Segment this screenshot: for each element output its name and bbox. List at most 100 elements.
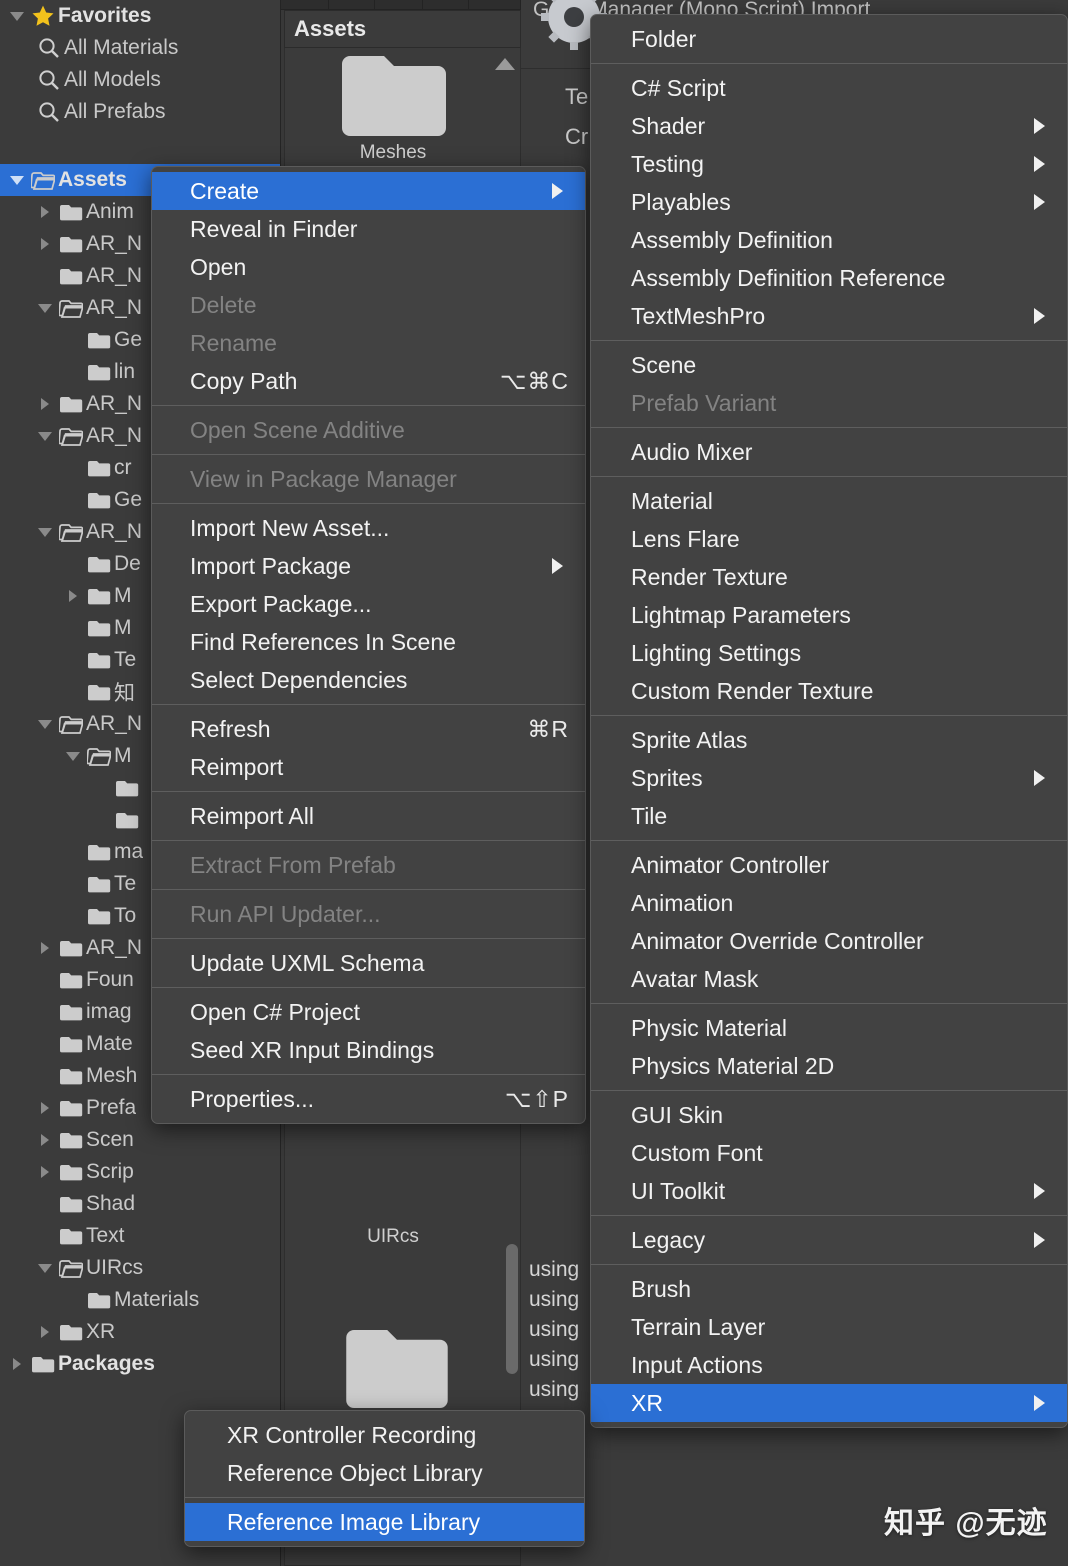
menu-item-animator-controller[interactable]: Animator Controller xyxy=(591,846,1067,884)
asset-grid-item-uircs[interactable]: UIRcs xyxy=(303,1226,483,1256)
menu-item-playables[interactable]: Playables xyxy=(591,183,1067,221)
menu-item-audio-mixer[interactable]: Audio Mixer xyxy=(591,433,1067,471)
menu-item-lightmap-parameters[interactable]: Lightmap Parameters xyxy=(591,596,1067,634)
menu-item-testing[interactable]: Testing xyxy=(591,145,1067,183)
chevron-down-icon[interactable] xyxy=(34,516,56,548)
menu-item-physics-material-2d[interactable]: Physics Material 2D xyxy=(591,1047,1067,1085)
tree-item-label: De xyxy=(114,552,141,575)
menu-item-input-actions[interactable]: Input Actions xyxy=(591,1346,1067,1384)
asset-grid-item-meshes[interactable]: Meshes xyxy=(303,54,483,164)
chevron-down-icon[interactable] xyxy=(6,164,28,196)
menu-item-render-texture[interactable]: Render Texture xyxy=(591,558,1067,596)
menu-item-xr-controller-recording[interactable]: XR Controller Recording xyxy=(185,1416,584,1454)
menu-item-textmeshpro[interactable]: TextMeshPro xyxy=(591,297,1067,335)
chevron-right-icon[interactable] xyxy=(62,580,84,612)
menu-item-custom-render-texture[interactable]: Custom Render Texture xyxy=(591,672,1067,710)
chevron-right-icon[interactable] xyxy=(34,196,56,228)
menu-item-material[interactable]: Material xyxy=(591,482,1067,520)
chevron-right-icon[interactable] xyxy=(34,932,56,964)
chevron-right-icon[interactable] xyxy=(34,228,56,260)
menu-item-avatar-mask[interactable]: Avatar Mask xyxy=(591,960,1067,998)
menu-item-gui-skin[interactable]: GUI Skin xyxy=(591,1096,1067,1134)
create-submenu[interactable]: Folder C# Script Shader Testing Playables Ass… xyxy=(590,14,1068,1428)
favorites-item[interactable]: All Materials xyxy=(0,32,280,64)
chevron-right-icon[interactable] xyxy=(34,388,56,420)
menu-item-reference-image-library[interactable]: Reference Image Library xyxy=(185,1503,584,1541)
chevron-down-icon[interactable] xyxy=(62,740,84,772)
menu-item-reference-object-library[interactable]: Reference Object Library xyxy=(185,1454,584,1492)
menu-item-label: Avatar Mask xyxy=(631,965,759,992)
tree-item-xr[interactable]: XR xyxy=(0,1316,280,1348)
menu-item-export-package[interactable]: Export Package... xyxy=(152,585,585,623)
favorites-item[interactable]: All Prefabs xyxy=(0,96,280,128)
chevron-right-icon[interactable] xyxy=(34,1092,56,1124)
tree-item-label: Foun xyxy=(86,968,134,991)
menu-item-update-uxml-schema[interactable]: Update UXML Schema xyxy=(152,944,585,982)
menu-item-label: Animator Controller xyxy=(631,851,830,878)
chevron-right-icon[interactable] xyxy=(6,1348,28,1380)
menu-item-import-package[interactable]: Import Package xyxy=(152,547,585,585)
tree-item-materials[interactable]: Materials xyxy=(0,1284,280,1316)
menu-item-label: Assembly Definition Reference xyxy=(631,264,946,291)
menu-item-terrain-layer[interactable]: Terrain Layer xyxy=(591,1308,1067,1346)
menu-item-find-references-in-scene[interactable]: Find References In Scene xyxy=(152,623,585,661)
favorites-root[interactable]: Favorites xyxy=(0,0,280,32)
asset-grid-item-label: UIRcs xyxy=(367,1226,419,1247)
menu-item-label: Reimport All xyxy=(190,802,314,829)
chevron-down-icon[interactable] xyxy=(34,708,56,740)
asset-context-menu[interactable]: Create Reveal in Finder Open Delete Rename Co… xyxy=(151,166,586,1124)
favorites-item[interactable]: All Models xyxy=(0,64,280,96)
tree-item-scrip[interactable]: Scrip xyxy=(0,1156,280,1188)
menu-item-lighting-settings[interactable]: Lighting Settings xyxy=(591,634,1067,672)
tree-item-scen[interactable]: Scen xyxy=(0,1124,280,1156)
xr-submenu[interactable]: XR Controller Recording Reference Object … xyxy=(184,1410,585,1547)
tree-item-label: lin xyxy=(114,360,136,383)
tree-item-label: Scen xyxy=(86,1128,134,1151)
menu-item-select-dependencies[interactable]: Select Dependencies xyxy=(152,661,585,699)
chevron-down-icon[interactable] xyxy=(34,420,56,452)
menu-item-seed-xr-input-bindings[interactable]: Seed XR Input Bindings xyxy=(152,1031,585,1069)
menu-item-reimport[interactable]: Reimport xyxy=(152,748,585,786)
tree-item-uircs[interactable]: UIRcs xyxy=(0,1252,280,1284)
chevron-down-icon[interactable] xyxy=(6,0,28,32)
menu-item-physic-material[interactable]: Physic Material xyxy=(591,1009,1067,1047)
tree-item-packages[interactable]: Packages xyxy=(0,1348,280,1380)
menu-item-copy-path[interactable]: Copy Path ⌥⌘C xyxy=(152,362,585,400)
chevron-right-icon[interactable] xyxy=(34,1316,56,1348)
menu-separator xyxy=(185,1497,584,1498)
assets-scrollbar-thumb[interactable] xyxy=(506,1244,518,1374)
menu-item-import-new-asset[interactable]: Import New Asset... xyxy=(152,509,585,547)
menu-item-brush[interactable]: Brush xyxy=(591,1270,1067,1308)
menu-item-c#-script[interactable]: C# Script xyxy=(591,69,1067,107)
tree-item-shad[interactable]: Shad xyxy=(0,1188,280,1220)
menu-item-reveal-in-finder[interactable]: Reveal in Finder xyxy=(152,210,585,248)
chevron-down-icon[interactable] xyxy=(34,292,56,324)
chevron-right-icon[interactable] xyxy=(34,1156,56,1188)
chevron-down-icon[interactable] xyxy=(34,1252,56,1284)
menu-item-create[interactable]: Create xyxy=(152,172,585,210)
menu-item-refresh[interactable]: Refresh ⌘R xyxy=(152,710,585,748)
menu-item-shader[interactable]: Shader xyxy=(591,107,1067,145)
menu-item-open-c#-project[interactable]: Open C# Project xyxy=(152,993,585,1031)
menu-item-lens-flare[interactable]: Lens Flare xyxy=(591,520,1067,558)
menu-item-legacy[interactable]: Legacy xyxy=(591,1221,1067,1259)
menu-item-animation[interactable]: Animation xyxy=(591,884,1067,922)
menu-item-assembly-definition[interactable]: Assembly Definition xyxy=(591,221,1067,259)
menu-item-tile[interactable]: Tile xyxy=(591,797,1067,835)
menu-item-open[interactable]: Open xyxy=(152,248,585,286)
menu-item-custom-font[interactable]: Custom Font xyxy=(591,1134,1067,1172)
scroll-up-arrow-icon[interactable] xyxy=(495,58,515,70)
menu-item-properties[interactable]: Properties... ⌥⇧P xyxy=(152,1080,585,1118)
menu-item-shortcut: ⌥⇧P xyxy=(504,1085,569,1112)
menu-item-sprites[interactable]: Sprites xyxy=(591,759,1067,797)
menu-item-sprite-atlas[interactable]: Sprite Atlas xyxy=(591,721,1067,759)
menu-item-ui-toolkit[interactable]: UI Toolkit xyxy=(591,1172,1067,1210)
menu-item-assembly-definition-reference[interactable]: Assembly Definition Reference xyxy=(591,259,1067,297)
menu-item-reimport-all[interactable]: Reimport All xyxy=(152,797,585,835)
menu-item-scene[interactable]: Scene xyxy=(591,346,1067,384)
tree-item-text[interactable]: Text xyxy=(0,1220,280,1252)
menu-item-xr[interactable]: XR xyxy=(591,1384,1067,1422)
menu-item-folder[interactable]: Folder xyxy=(591,20,1067,58)
chevron-right-icon[interactable] xyxy=(34,1124,56,1156)
menu-item-animator-override-controller[interactable]: Animator Override Controller xyxy=(591,922,1067,960)
